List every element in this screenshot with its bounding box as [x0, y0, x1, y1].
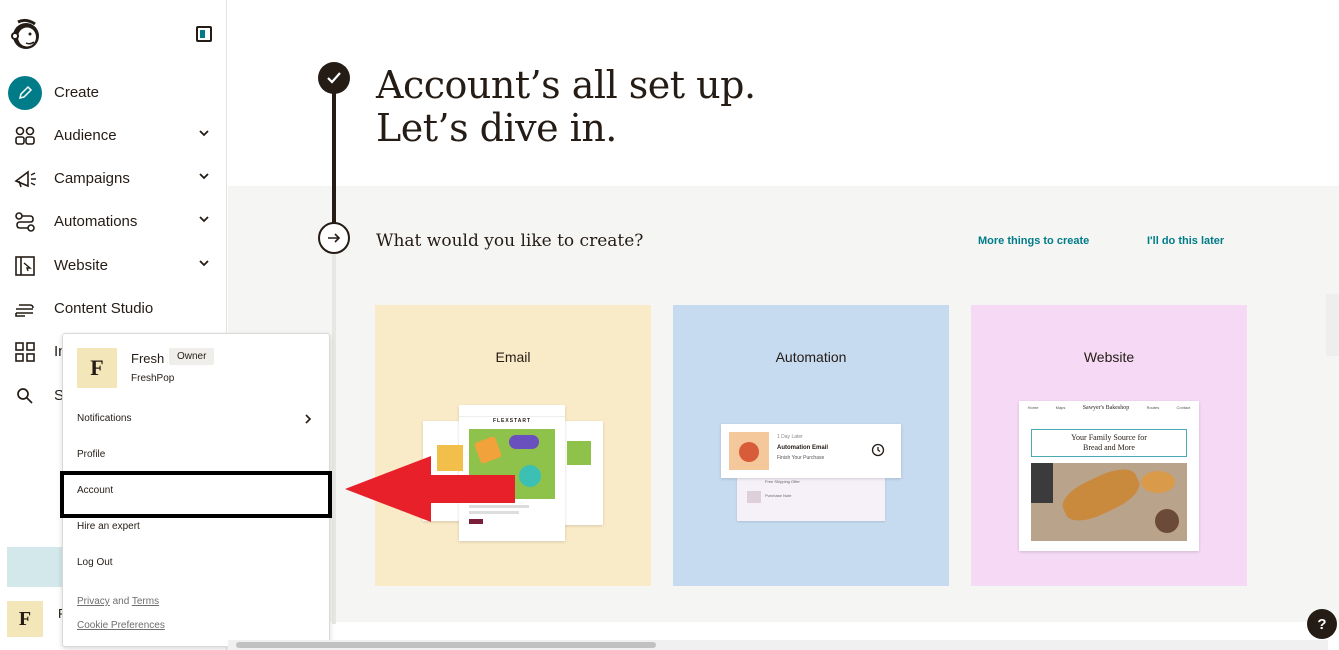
automation-card[interactable]: Automation Free Shipping Offer Purchase …: [673, 305, 949, 586]
privacy-link[interactable]: Privacy: [77, 596, 110, 607]
headline-line: Let’s dive in.: [376, 106, 617, 150]
sidebar-item-label: Campaigns: [54, 170, 130, 187]
mailchimp-logo-icon[interactable]: [8, 16, 44, 52]
automations-icon: [12, 210, 38, 234]
timeline-line: [332, 254, 336, 624]
chevron-right-icon: [303, 412, 313, 428]
create-question: What would you like to create?: [376, 231, 644, 251]
automation-delay: 1 Day Later: [777, 434, 803, 440]
sidebar-item-content-studio[interactable]: Content Studio: [0, 289, 227, 329]
timeline-line: [332, 93, 336, 223]
cookie-preferences-link[interactable]: Cookie Preferences: [77, 620, 165, 631]
search-icon: [12, 384, 38, 408]
account-avatar[interactable]: F: [7, 601, 43, 637]
content-studio-icon: [12, 297, 38, 321]
cookie-links: Cookie Preferences: [77, 620, 165, 631]
sidebar-item-label: Automations: [54, 213, 138, 230]
horizontal-scrollbar[interactable]: [228, 640, 1328, 650]
website-nav-item: Routes: [1146, 405, 1160, 410]
menu-item-log-out[interactable]: Log Out: [77, 557, 113, 568]
highlight-box: [60, 471, 332, 518]
website-illustration: Home Maps Sawyer's Bakeshop Routes Conta…: [1019, 401, 1199, 551]
website-nav-item: Home: [1027, 405, 1039, 410]
red-arrow-icon: [345, 456, 515, 522]
more-things-link[interactable]: More things to create: [978, 235, 1089, 247]
megaphone-icon: [12, 167, 38, 191]
help-button[interactable]: ?: [1307, 609, 1337, 639]
website-nav-item: Contact: [1176, 405, 1191, 410]
chevron-down-icon: [197, 212, 211, 226]
sidebar-item-label: Website: [54, 257, 108, 274]
chevron-down-icon: [197, 256, 211, 270]
do-later-link[interactable]: I'll do this later: [1147, 235, 1224, 247]
website-card[interactable]: Website Home Maps Sawyer's Bakeshop Rout…: [971, 305, 1247, 586]
website-heading: Your Family Source for Bread and More: [1031, 429, 1187, 457]
chevron-down-icon: [197, 126, 211, 140]
menu-item-notifications[interactable]: Notifications: [77, 413, 131, 424]
legal-links: Privacy and Terms: [77, 596, 159, 607]
card-title: Website: [1083, 349, 1135, 365]
sidebar-item-website[interactable]: Website: [0, 246, 227, 286]
page-title: Account’s all set up. Let’s dive in.: [376, 64, 756, 150]
clock-icon: [871, 443, 885, 462]
email-card[interactable]: Email FLEXSTART: [375, 305, 651, 586]
sidebar-item-create[interactable]: Create: [0, 73, 227, 113]
email-brand: FLEXSTART: [492, 418, 532, 424]
grid-icon: [12, 340, 38, 364]
sidebar-item-automations[interactable]: Automations: [0, 202, 227, 242]
automation-line: Free Shipping Offer: [765, 479, 800, 484]
website-icon: [12, 254, 38, 278]
website-nav-item: Sawyer's Bakeshop: [1082, 405, 1130, 411]
sidebar-item-label: Audience: [54, 127, 117, 144]
check-icon: [318, 62, 350, 94]
audience-icon: [12, 124, 38, 148]
card-title: Automation: [775, 349, 847, 365]
headline-line: Account’s all set up.: [376, 63, 756, 107]
sidebar-item-campaigns[interactable]: Campaigns: [0, 159, 227, 199]
role-badge: Owner: [169, 348, 215, 365]
card-title: Email: [495, 349, 531, 365]
terms-link[interactable]: Terms: [132, 596, 159, 607]
website-nav-item: Maps: [1055, 405, 1066, 410]
organization-name: FreshPop: [131, 373, 175, 384]
and-text: and: [112, 596, 130, 607]
upgrade-banner[interactable]: [7, 547, 67, 587]
arrow-right-icon: [318, 222, 350, 254]
chevron-down-icon: [197, 169, 211, 183]
automation-subtitle: Finish Your Purchase: [777, 455, 825, 461]
sidebar-item-label: Content Studio: [54, 300, 154, 317]
menu-item-profile[interactable]: Profile: [77, 449, 105, 460]
feedback-tab[interactable]: [1326, 294, 1339, 356]
sidebar-item-label: Create: [54, 84, 100, 101]
account-avatar: F: [77, 348, 117, 388]
account-name: Fresh: [131, 351, 165, 366]
collapse-sidebar-button[interactable]: [196, 26, 212, 42]
automation-title: Automation Email: [777, 445, 829, 451]
menu-item-hire-expert[interactable]: Hire an expert: [77, 521, 140, 532]
scrollbar-thumb[interactable]: [236, 642, 656, 648]
automation-line: Purchase Note: [765, 493, 792, 498]
sidebar-item-audience[interactable]: Audience: [0, 116, 227, 156]
